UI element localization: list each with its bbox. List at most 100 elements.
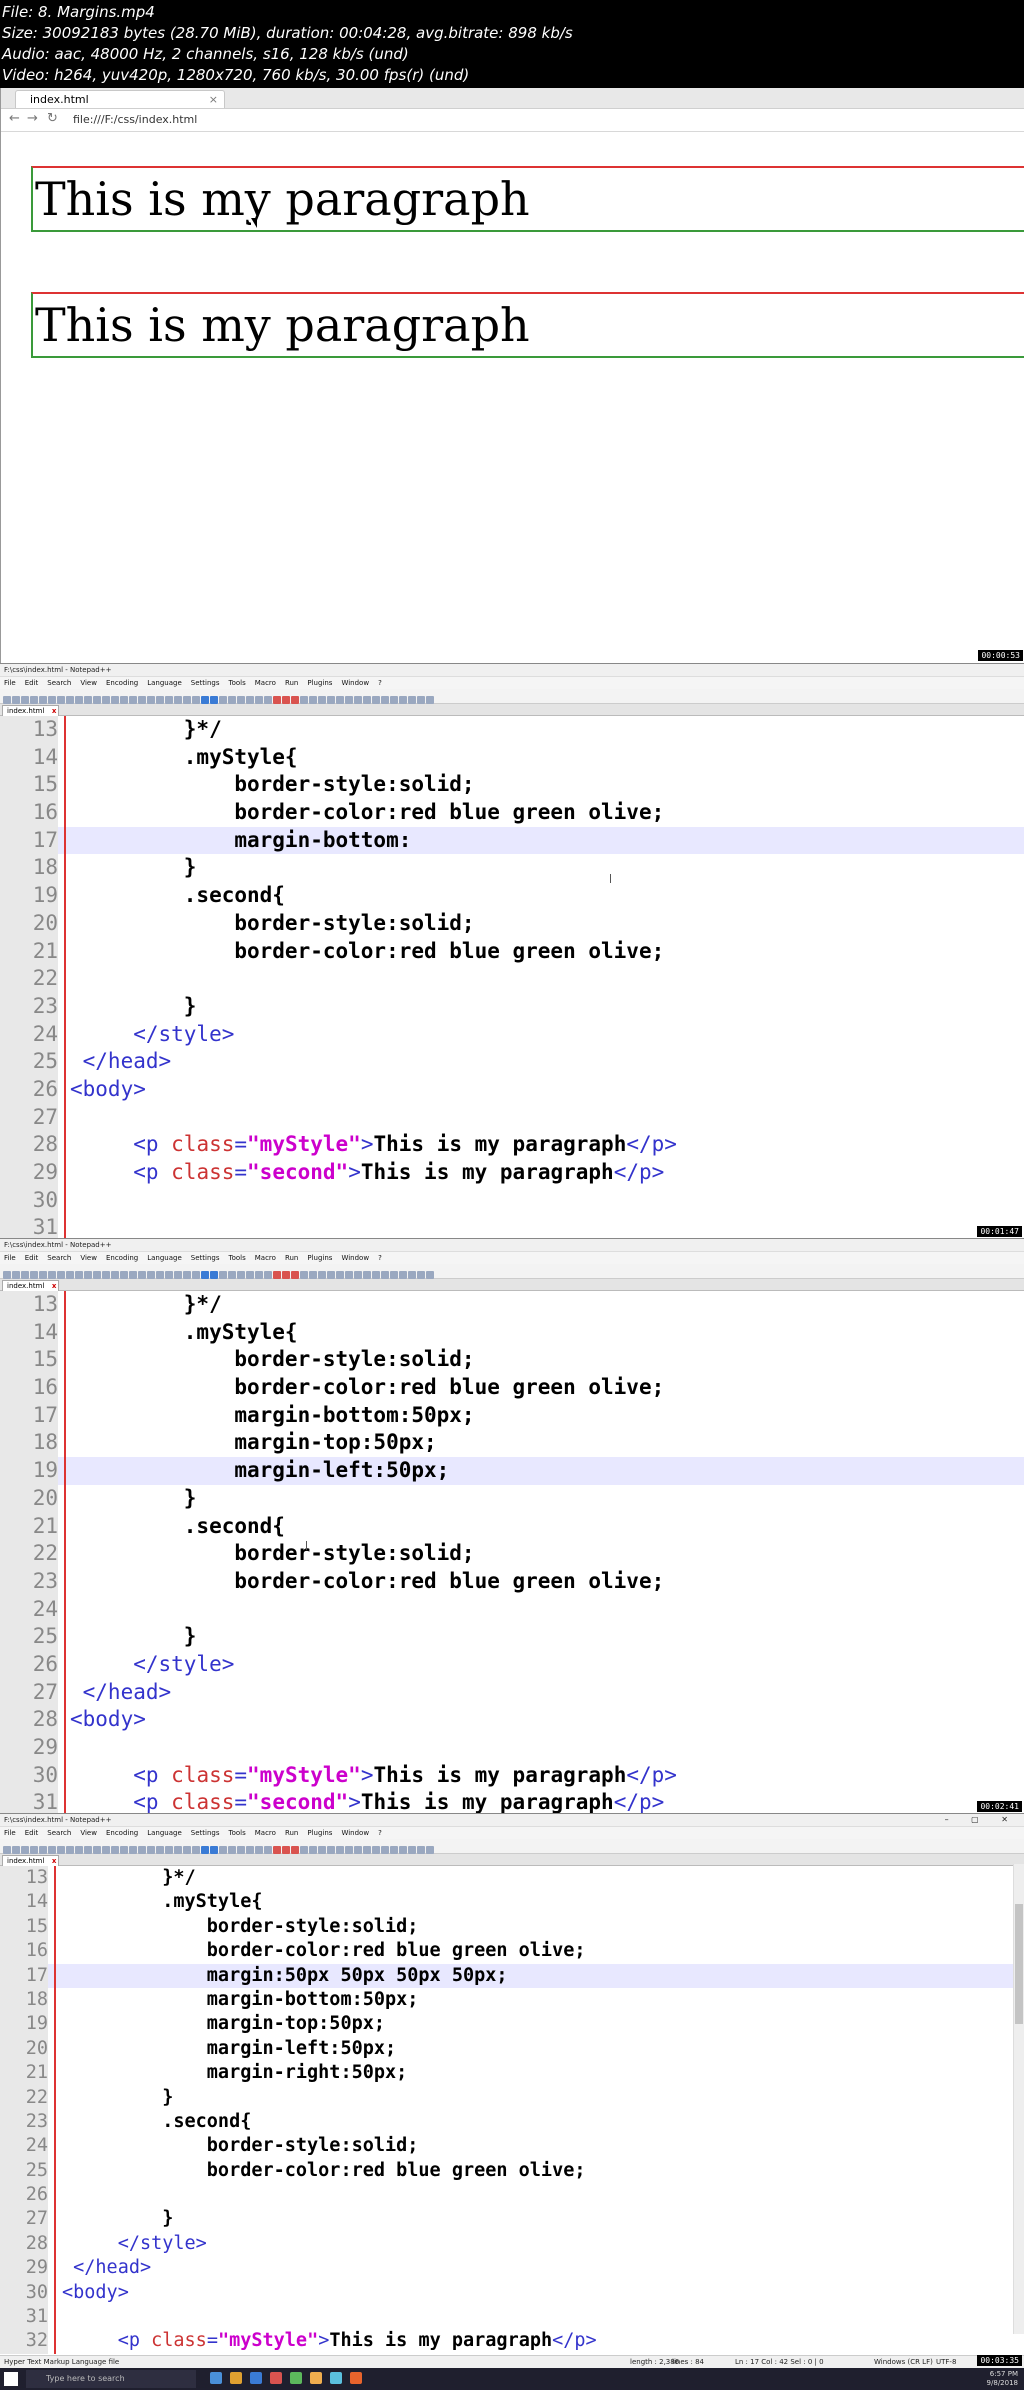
toolbar-button-icon[interactable] — [318, 1846, 326, 1854]
toolbar-button-icon[interactable] — [354, 696, 362, 704]
toolbar-button-icon[interactable] — [300, 1846, 308, 1854]
menu-item[interactable]: ? — [378, 1829, 382, 1837]
toolbar-button-icon[interactable] — [264, 1271, 272, 1279]
toolbar-button-icon[interactable] — [147, 1846, 155, 1854]
toolbar-button-icon[interactable] — [327, 1271, 335, 1279]
app-icon[interactable] — [310, 2372, 322, 2384]
toolbar-button-icon[interactable] — [129, 696, 137, 704]
toolbar-button-icon[interactable] — [372, 1271, 380, 1279]
toolbar-button-icon[interactable] — [345, 1846, 353, 1854]
toolbar-button-icon[interactable] — [318, 1271, 326, 1279]
address-bar[interactable]: file:///F:/css/index.html — [73, 112, 1013, 128]
close-icon[interactable]: × — [209, 91, 218, 109]
toolbar-button-icon[interactable] — [399, 1271, 407, 1279]
toolbar-button-icon[interactable] — [282, 1271, 290, 1279]
doc-tab[interactable]: index.html x — [2, 705, 60, 716]
toolbar-button-icon[interactable] — [408, 696, 416, 704]
toolbar-button-icon[interactable] — [309, 1846, 317, 1854]
code-editor[interactable]: 13 }*/14 .myStyle{15 border-style:solid;… — [0, 1866, 1024, 2354]
menu-item[interactable]: Window — [341, 679, 369, 687]
toolbar-button-icon[interactable] — [255, 1271, 263, 1279]
toolbar-button-icon[interactable] — [192, 1846, 200, 1854]
toolbar-button-icon[interactable] — [39, 1846, 47, 1854]
toolbar-button-icon[interactable] — [327, 696, 335, 704]
scrollbar-thumb[interactable] — [1015, 1904, 1023, 2024]
toolbar-button-icon[interactable] — [390, 1271, 398, 1279]
menu-item[interactable]: Edit — [25, 1829, 39, 1837]
toolbar-button-icon[interactable] — [30, 1846, 38, 1854]
toolbar-button-icon[interactable] — [174, 1846, 182, 1854]
toolbar-button-icon[interactable] — [228, 696, 236, 704]
toolbar-button-icon[interactable] — [147, 1271, 155, 1279]
menu-item[interactable]: File — [4, 1254, 16, 1262]
toolbar-button-icon[interactable] — [336, 1846, 344, 1854]
toolbar-button-icon[interactable] — [111, 1846, 119, 1854]
toolbar-button-icon[interactable] — [318, 696, 326, 704]
toolbar-button-icon[interactable] — [381, 696, 389, 704]
menu-item[interactable]: Macro — [255, 1829, 276, 1837]
menu-item[interactable]: File — [4, 1829, 16, 1837]
toolbar-button-icon[interactable] — [246, 696, 254, 704]
toolbar-button-icon[interactable] — [228, 1271, 236, 1279]
menu-item[interactable]: Search — [47, 679, 71, 687]
toolbar-button-icon[interactable] — [30, 1271, 38, 1279]
toolbar-button-icon[interactable] — [66, 1846, 74, 1854]
toolbar-button-icon[interactable] — [174, 1271, 182, 1279]
toolbar-button-icon[interactable] — [336, 1271, 344, 1279]
menu-item[interactable]: Encoding — [106, 679, 138, 687]
menu-item[interactable]: Settings — [191, 679, 220, 687]
toolbar-button-icon[interactable] — [192, 696, 200, 704]
toolbar-button-icon[interactable] — [75, 696, 83, 704]
toolbar-button-icon[interactable] — [75, 1271, 83, 1279]
toolbar-button-icon[interactable] — [111, 1271, 119, 1279]
toolbar-button-icon[interactable] — [30, 696, 38, 704]
menu-item[interactable]: Macro — [255, 679, 276, 687]
toolbar-button-icon[interactable] — [138, 696, 146, 704]
toolbar-button-icon[interactable] — [408, 1846, 416, 1854]
toolbar-button-icon[interactable] — [363, 1271, 371, 1279]
toolbar-button-icon[interactable] — [48, 1846, 56, 1854]
toolbar-button-icon[interactable] — [57, 1846, 65, 1854]
app-icon[interactable] — [290, 2372, 302, 2384]
toolbar-button-icon[interactable] — [264, 696, 272, 704]
app-icon[interactable] — [270, 2372, 282, 2384]
menu-item[interactable]: Tools — [229, 1254, 246, 1262]
toolbar-button-icon[interactable] — [12, 1271, 20, 1279]
toolbar-button-icon[interactable] — [75, 1846, 83, 1854]
toolbar-button-icon[interactable] — [21, 1271, 29, 1279]
toolbar-button-icon[interactable] — [3, 696, 11, 704]
toolbar-button-icon[interactable] — [282, 1846, 290, 1854]
toolbar-button-icon[interactable] — [246, 1271, 254, 1279]
toolbar-button-icon[interactable] — [120, 1846, 128, 1854]
toolbar-button-icon[interactable] — [147, 696, 155, 704]
toolbar-button-icon[interactable] — [201, 696, 209, 704]
toolbar-button-icon[interactable] — [84, 1271, 92, 1279]
toolbar-button-icon[interactable] — [354, 1271, 362, 1279]
menu-item[interactable]: Edit — [25, 1254, 39, 1262]
toolbar-button-icon[interactable] — [3, 1271, 11, 1279]
toolbar-button-icon[interactable] — [12, 1846, 20, 1854]
toolbar-button-icon[interactable] — [417, 1271, 425, 1279]
toolbar-button-icon[interactable] — [48, 696, 56, 704]
toolbar-button-icon[interactable] — [93, 1846, 101, 1854]
editor-scrollbar[interactable] — [1013, 1864, 1024, 2334]
toolbar-button-icon[interactable] — [381, 1271, 389, 1279]
toolbar-button-icon[interactable] — [246, 1846, 254, 1854]
menu-item[interactable]: Encoding — [106, 1254, 138, 1262]
menu-item[interactable]: Run — [285, 679, 298, 687]
doc-tab[interactable]: index.html x — [2, 1855, 60, 1866]
toolbar-button-icon[interactable] — [39, 1271, 47, 1279]
toolbar-button-icon[interactable] — [390, 1846, 398, 1854]
toolbar-button-icon[interactable] — [174, 696, 182, 704]
toolbar-button-icon[interactable] — [273, 1271, 281, 1279]
browser-tab[interactable]: index.html × — [15, 90, 225, 108]
toolbar-button-icon[interactable] — [129, 1846, 137, 1854]
close-icon[interactable]: x — [52, 1281, 57, 1291]
toolbar-button-icon[interactable] — [219, 1846, 227, 1854]
toolbar-button-icon[interactable] — [21, 1846, 29, 1854]
toolbar-button-icon[interactable] — [84, 1846, 92, 1854]
toolbar-button-icon[interactable] — [273, 696, 281, 704]
reload-icon[interactable]: ↻ — [47, 111, 58, 126]
toolbar-button-icon[interactable] — [93, 696, 101, 704]
toolbar-button-icon[interactable] — [66, 1271, 74, 1279]
